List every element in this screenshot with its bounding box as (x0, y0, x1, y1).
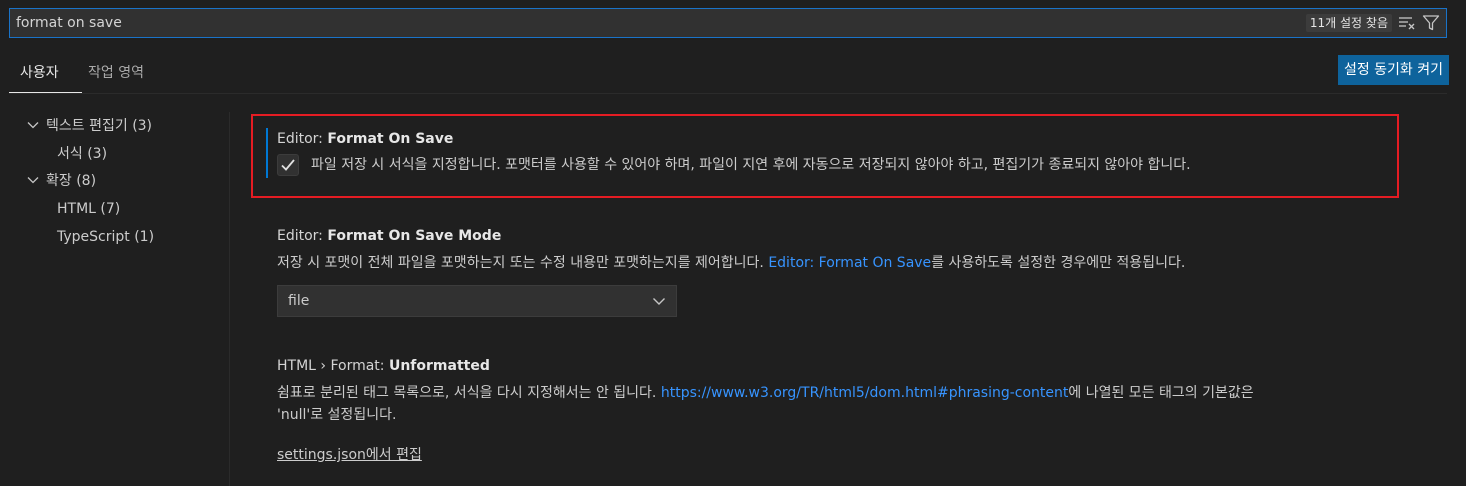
toc-item-text-editor[interactable]: 텍스트 편집기 (3) (26, 114, 152, 138)
result-count-badge: 11개 설정 찾음 (1305, 14, 1392, 32)
setting-description: 쉼표로 분리된 태그 목록으로, 서식을 다시 지정해서는 안 됩니다. htt… (277, 385, 1254, 401)
setting-description: 파일 저장 시 서식을 지정합니다. 포맷터를 사용할 수 있어야 하며, 파일… (311, 157, 1191, 173)
setting-link-phrasing-content[interactable]: https://www.w3.org/TR/html5/dom.html#phr… (661, 385, 1069, 401)
toc-item-label: HTML (57, 201, 96, 217)
chevron-down-icon (653, 298, 665, 305)
setting-title-format-on-save: Editor: Format On Save (277, 131, 454, 147)
edit-in-settings-json-link[interactable]: settings.json에서 편집 (277, 444, 422, 464)
setting-title-format-on-save-mode: Editor: Format On Save Mode (277, 228, 502, 244)
toc-item-count: (3) (87, 146, 108, 162)
clear-filter-icon[interactable] (1398, 14, 1416, 32)
toc-item-count: (3) (132, 118, 153, 134)
format-on-save-checkbox[interactable] (277, 154, 299, 176)
toc-item-html[interactable]: HTML (7) (57, 197, 120, 221)
toc-item-count: (8) (76, 173, 97, 189)
check-icon (281, 159, 295, 171)
toc-item-typescript[interactable]: TypeScript (1) (57, 225, 154, 249)
toc-item-label: 텍스트 편집기 (46, 118, 128, 134)
toc-item-label: 서식 (57, 146, 83, 162)
setting-description-line2: 'null'로 설정됩니다. (277, 407, 397, 423)
filter-icon[interactable] (1422, 14, 1440, 32)
chevron-down-icon (27, 177, 39, 184)
select-value: file (288, 293, 310, 309)
tab-user[interactable]: 사용자 (20, 62, 59, 86)
toc-divider (229, 112, 230, 486)
chevron-down-icon (27, 122, 39, 129)
modified-indicator (266, 128, 268, 178)
setting-link-format-on-save[interactable]: Editor: Format On Save (768, 255, 931, 271)
format-on-save-mode-select[interactable]: file (277, 285, 677, 317)
setting-title-html-unformatted: HTML › Format: Unformatted (277, 358, 490, 374)
tab-workspace[interactable]: 작업 영역 (88, 62, 144, 86)
toc-item-count: (1) (134, 229, 155, 245)
toc-item-formatting[interactable]: 서식 (3) (57, 142, 107, 166)
toc-item-extensions[interactable]: 확장 (8) (26, 169, 96, 193)
toc-item-label: TypeScript (57, 229, 130, 245)
search-input[interactable] (16, 9, 1216, 37)
search-box[interactable]: 11개 설정 찾음 (9, 8, 1447, 38)
settings-sync-button[interactable]: 설정 동기화 켜기 (1337, 55, 1449, 85)
toc-item-label: 확장 (46, 173, 72, 189)
tabs-divider (9, 93, 1447, 94)
setting-description: 저장 시 포맷이 전체 파일을 포맷하는지 또는 수정 내용만 포맷하는지를 제… (277, 255, 1186, 271)
toc-item-count: (7) (100, 201, 121, 217)
